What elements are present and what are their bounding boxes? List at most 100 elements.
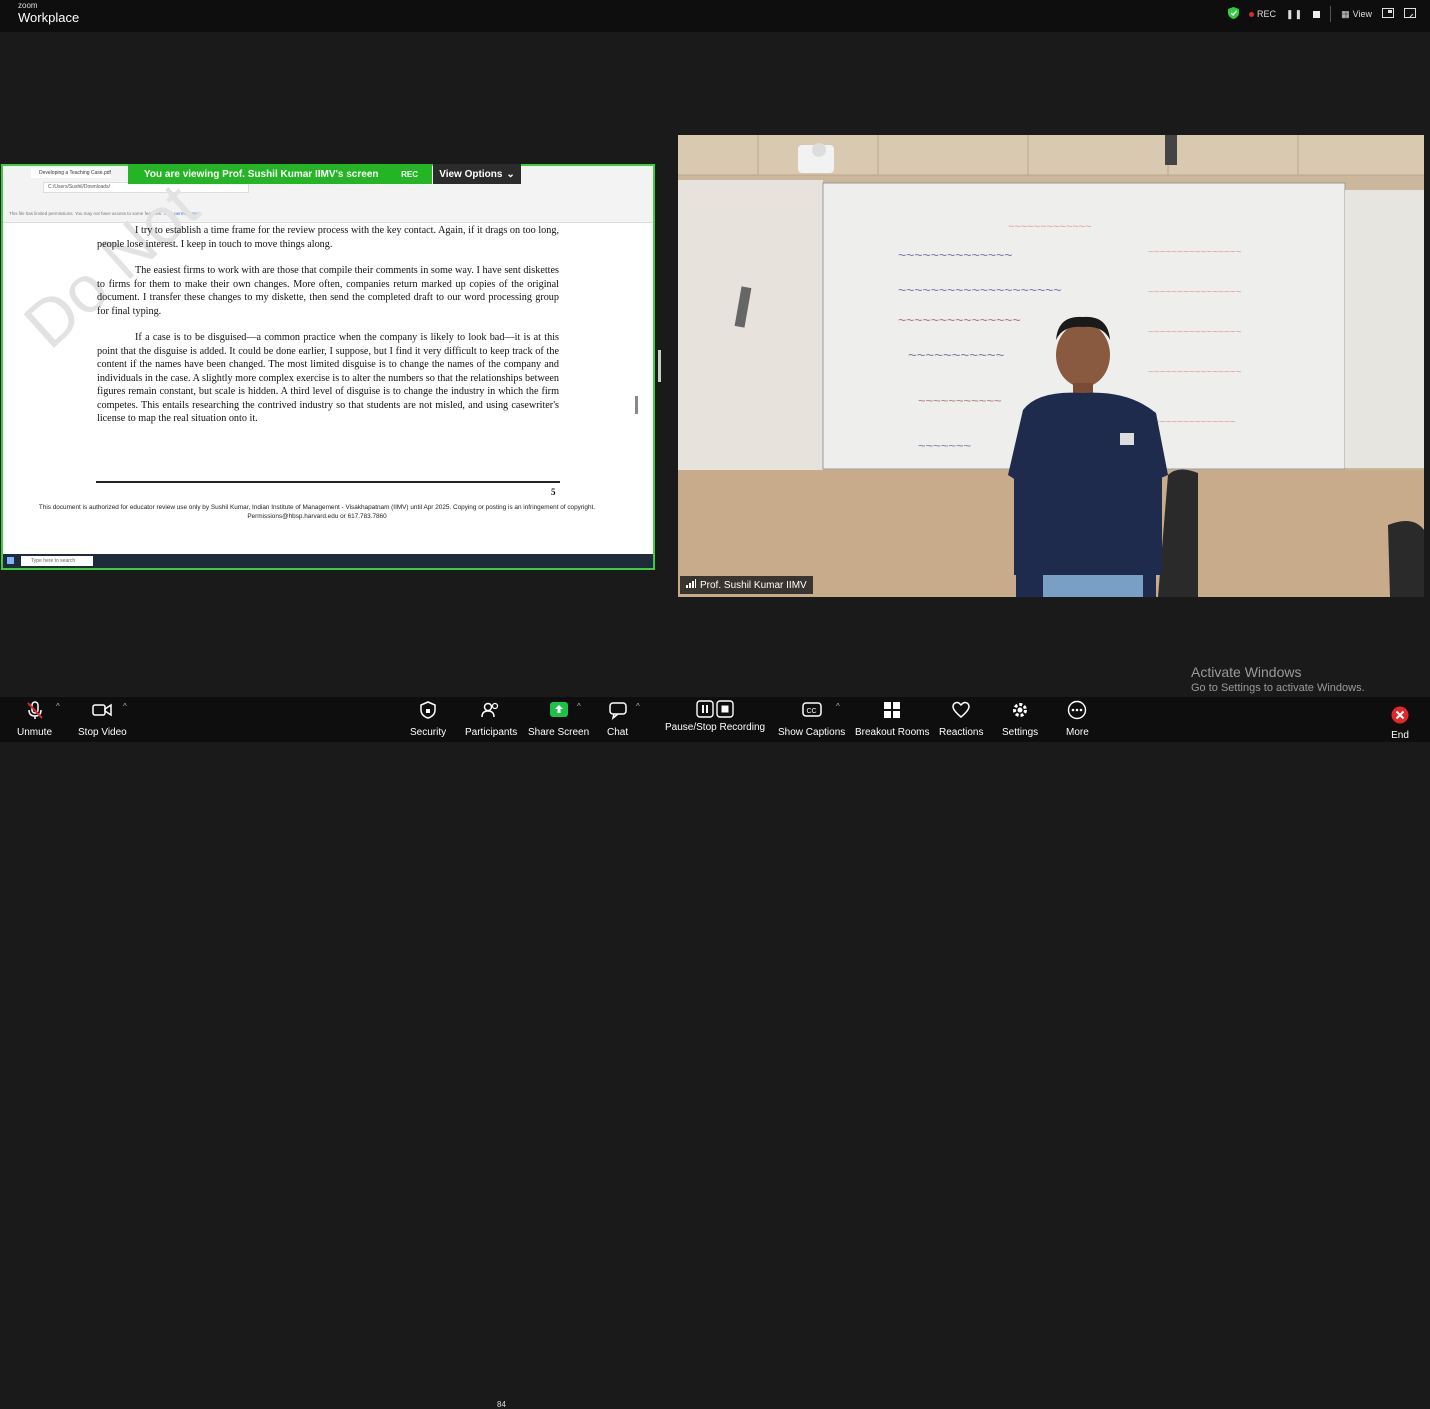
rec-label: REC	[1257, 9, 1277, 19]
microphone-muted-icon	[25, 700, 45, 723]
paragraph: I try to establish a time frame for the …	[97, 225, 559, 250]
participant-name-label: Prof. Sushil Kumar IIMV	[680, 576, 813, 594]
end-button[interactable]: End	[1391, 706, 1409, 741]
windows-taskbar: Type here to search	[3, 554, 653, 568]
security-button[interactable]: Security	[410, 700, 446, 738]
view-label: View	[1352, 9, 1372, 19]
browser-tab: Developing a Teaching Case.pdf	[31, 168, 111, 178]
share-options-caret-icon[interactable]: ^	[577, 702, 581, 711]
svg-text:~~~~~~~~~~~~~~~: ~~~~~~~~~~~~~~~	[1148, 417, 1236, 428]
chat-icon	[608, 700, 628, 723]
svg-text:~~~~~~~~~~~~~~: ~~~~~~~~~~~~~~	[898, 247, 1012, 263]
stop-video-label: Stop Video	[78, 727, 127, 738]
shared-screen[interactable]: Developing a Teaching Case.pdf C:/Users/…	[1, 164, 655, 570]
shield-icon	[418, 700, 438, 723]
more-label: More	[1066, 727, 1089, 738]
video-scene: ~~~~~~~~~~~~~ ~~~~~~~~~~~~~~ ~~~~~~~~~~~…	[678, 135, 1424, 597]
separator	[1330, 6, 1332, 22]
participant-video[interactable]: ~~~~~~~~~~~~~ ~~~~~~~~~~~~~~ ~~~~~~~~~~~…	[678, 135, 1424, 597]
page-number: 5	[551, 487, 556, 497]
share-banner: You are viewing Prof. Sushil Kumar IIMV'…	[128, 164, 432, 184]
pause-icon[interactable]: ❚❚	[1286, 9, 1303, 20]
breakout-rooms-button[interactable]: Breakout Rooms	[855, 700, 929, 738]
stop-icon[interactable]	[1313, 10, 1321, 18]
participants-icon	[480, 700, 502, 723]
share-screen-label: Share Screen	[528, 727, 590, 738]
audio-options-caret-icon[interactable]: ^	[56, 702, 60, 711]
chat-options-caret-icon[interactable]: ^	[636, 702, 640, 711]
svg-text:~~~~~~~~~~~~~: ~~~~~~~~~~~~~	[1008, 221, 1092, 233]
more-button[interactable]: More	[1066, 700, 1089, 738]
pause-stop-recording-icon	[696, 700, 734, 718]
svg-text:~~~~~~~~~~~~~~~~: ~~~~~~~~~~~~~~~~	[1148, 367, 1242, 378]
record-dot-icon	[1249, 11, 1255, 17]
svg-text:~~~~~~~: ~~~~~~~	[918, 438, 972, 453]
scrollbar-thumb	[635, 396, 638, 414]
svg-text:~~~~~~~~~~~: ~~~~~~~~~~~	[908, 347, 1005, 364]
meeting-toolbar: Unmute ^ Stop Video ^ Security Participa…	[0, 697, 1430, 1409]
svg-text:CC: CC	[806, 708, 816, 715]
participants-count: 84	[497, 1400, 506, 1409]
unmute-label: Unmute	[17, 727, 53, 738]
top-right-controls: REC ❚❚ ▦ View	[1228, 6, 1416, 22]
share-screen-icon	[549, 700, 569, 723]
document-footer: This document is authorized for educator…	[38, 504, 596, 520]
svg-text:~~~~~~~~~~~~~~~~: ~~~~~~~~~~~~~~~~	[1148, 247, 1242, 258]
svg-text:~~~~~~~~~~~~~~~~: ~~~~~~~~~~~~~~~~	[1148, 327, 1242, 338]
shield-icon[interactable]	[1228, 7, 1240, 21]
page-rule	[96, 481, 560, 483]
breakout-rooms-icon	[882, 700, 902, 723]
share-banner-text: You are viewing Prof. Sushil Kumar IIMV'…	[144, 168, 379, 180]
windows-start-icon	[7, 557, 14, 564]
zoom-logo: zoom Workplace	[18, 0, 80, 25]
fullscreen-icon[interactable]	[1404, 8, 1416, 20]
svg-text:~~~~~~~~~~~~~~~: ~~~~~~~~~~~~~~~	[898, 312, 1021, 328]
video-options-caret-icon[interactable]: ^	[123, 702, 127, 711]
end-label: End	[1391, 730, 1409, 741]
security-label: Security	[410, 727, 447, 738]
recording-label: Pause/Stop Recording	[665, 722, 766, 733]
brand-small: zoom	[18, 1, 38, 10]
settings-button[interactable]: Settings	[1002, 700, 1038, 738]
activate-subtitle: Go to Settings to activate Windows.	[1191, 682, 1365, 694]
breakout-rooms-label: Breakout Rooms	[855, 727, 930, 738]
svg-text:~~~~~~~~~~~~~~~~~~~~: ~~~~~~~~~~~~~~~~~~~~	[898, 282, 1062, 298]
reactions-button[interactable]: Reactions	[939, 700, 983, 738]
participants-label: Participants	[465, 727, 518, 738]
document-text: I try to establish a time frame for the …	[97, 224, 559, 439]
view-icon: ▦	[1341, 8, 1350, 19]
paragraph: The easiest firms to work with are those…	[97, 265, 559, 317]
svg-text:~~~~~~~~~~~~~~~~: ~~~~~~~~~~~~~~~~	[1148, 287, 1242, 298]
paragraph: If a case is to be disguised—a common pr…	[97, 332, 559, 424]
gallery-icon[interactable]	[1382, 8, 1394, 20]
settings-label: Settings	[1002, 727, 1039, 738]
view-options-button[interactable]: View Options ⌄	[433, 164, 521, 184]
captions-options-caret-icon[interactable]: ^	[836, 702, 840, 711]
chevron-down-icon: ⌄	[506, 168, 515, 180]
recording-indicator: REC	[1249, 9, 1276, 19]
split-divider[interactable]	[658, 350, 661, 382]
unmute-button[interactable]: Unmute	[17, 700, 52, 738]
brand-name: Workplace	[18, 10, 80, 25]
share-rec-label: REC	[401, 169, 418, 179]
close-icon	[1391, 706, 1409, 727]
view-options-label: View Options	[439, 168, 503, 180]
activate-title: Activate Windows	[1191, 664, 1302, 680]
video-camera-icon	[91, 700, 113, 723]
chat-label: Chat	[607, 727, 629, 738]
signal-bars-icon	[686, 579, 696, 591]
chat-button[interactable]: Chat	[607, 700, 628, 738]
captions-icon: CC	[801, 700, 823, 723]
pause-stop-recording-button[interactable]: Pause/Stop Recording	[665, 700, 765, 733]
gear-icon	[1010, 700, 1030, 723]
captions-label: Show Captions	[778, 727, 846, 738]
stop-video-button[interactable]: Stop Video	[78, 700, 127, 738]
participant-name: Prof. Sushil Kumar IIMV	[700, 579, 807, 591]
svg-text:~~~~~~~~~~~: ~~~~~~~~~~~	[918, 393, 1002, 408]
view-button[interactable]: ▦ View	[1341, 9, 1372, 20]
heart-icon	[951, 700, 971, 723]
participants-button[interactable]: Participants	[465, 700, 517, 738]
title-bar: zoom Workplace REC ❚❚ ▦ View	[0, 0, 1430, 32]
activate-windows-watermark: Activate Windows Go to Settings to activ…	[1191, 664, 1365, 694]
reactions-label: Reactions	[939, 727, 984, 738]
